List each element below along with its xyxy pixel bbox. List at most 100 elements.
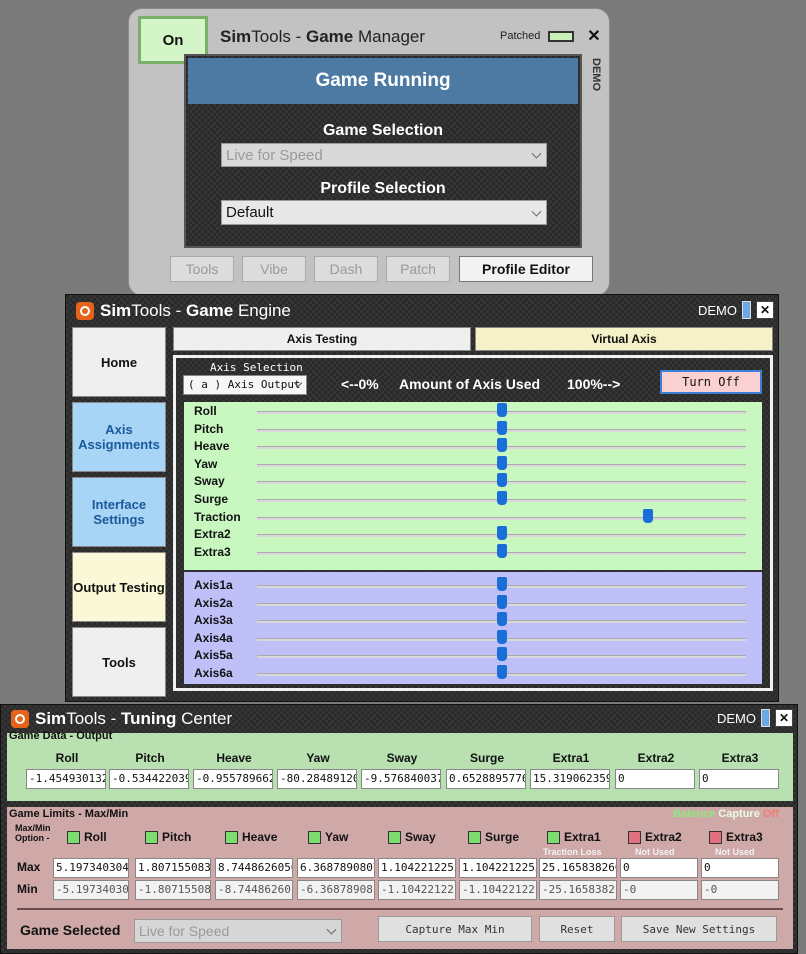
game-selection-dropdown[interactable]: Live for Speed [221, 143, 547, 167]
game-selected-dropdown[interactable]: Live for Speed [134, 919, 342, 943]
axis-slider-thumb[interactable] [496, 403, 507, 417]
option-checkbox[interactable] [225, 831, 238, 844]
axis-slider-row: Traction [194, 508, 760, 526]
axis-label: Axis6a [194, 666, 233, 680]
axis-slider-thumb[interactable] [496, 665, 507, 679]
tab-virtual-axis[interactable]: Virtual Axis [475, 327, 773, 351]
output-column-header: Extra1 [552, 751, 590, 765]
max-value-field[interactable]: 1.1042212255 [459, 858, 537, 878]
axis-slider-thumb[interactable] [496, 491, 507, 505]
profile-editor-button[interactable]: Profile Editor [459, 256, 593, 282]
max-value-field[interactable]: 1.1042212255 [378, 858, 456, 878]
close-icon[interactable]: ✕ [775, 709, 793, 727]
max-value-field[interactable]: 0 [701, 858, 779, 878]
option-checkbox[interactable] [709, 831, 722, 844]
max-value-field[interactable]: 25.165838260 [539, 858, 617, 878]
sidebar-item-output-testing[interactable]: Output Testing [72, 552, 166, 622]
patch-button[interactable]: Patch [386, 256, 450, 282]
axis-selection-dropdown[interactable]: ( a ) Axis Output [183, 375, 307, 395]
bottom-divider [17, 908, 783, 910]
min-value-field[interactable]: -1.10422122 [378, 880, 456, 900]
output-value-field: -0.53442203961 [109, 769, 189, 789]
option-sublabel: Not Used [715, 847, 755, 857]
profile-selection-dropdown[interactable]: Default [221, 200, 547, 225]
max-value-field[interactable]: 5.1973403049 [53, 858, 129, 878]
option-checkbox[interactable] [308, 831, 321, 844]
axis-slider-thumb[interactable] [496, 543, 507, 558]
tab-axis-testing[interactable]: Axis Testing [173, 327, 471, 351]
option-checkbox[interactable] [547, 831, 560, 844]
axis-slider-thumb[interactable] [496, 647, 507, 662]
capture-max-min-button[interactable]: Capture Max Min [378, 916, 532, 942]
axis-slider-thumb[interactable] [496, 473, 507, 488]
axis-slider-thumb[interactable] [496, 455, 507, 470]
min-value-field[interactable]: -25.1658382 [539, 880, 617, 900]
option-checkbox[interactable] [67, 831, 80, 844]
axis-slider-thumb[interactable] [496, 612, 507, 627]
min-value-field[interactable]: -8.74486260 [215, 880, 293, 900]
axis-label: Pitch [194, 421, 224, 436]
max-value-field[interactable]: 8.7448626050 [215, 858, 293, 878]
min-value-field[interactable]: -5.19734030 [53, 880, 129, 900]
tuning-center-logo-icon [11, 710, 29, 728]
patched-indicator [548, 31, 574, 42]
close-icon[interactable]: ✕ [756, 301, 774, 319]
option-checkbox[interactable] [145, 831, 158, 844]
axis-label: Roll [194, 404, 217, 418]
axis-slider-thumb[interactable] [643, 508, 654, 523]
dof-axes-panel: Roll Pitch Heave Yaw Sway Surge Traction Extra2… [184, 402, 762, 570]
axis-slider-thumb[interactable] [496, 438, 507, 453]
output-column-header: Surge [469, 751, 504, 765]
axis-slider-thumb[interactable] [496, 526, 507, 541]
vibe-button[interactable]: Vibe [242, 256, 306, 282]
game-status-banner: Game Running [188, 58, 578, 104]
output-column-header: Yaw [306, 751, 330, 765]
axis-slider-thumb[interactable] [496, 629, 507, 644]
axis-slider-row: Axis3a [194, 612, 760, 629]
max-value-field[interactable]: 0 [620, 858, 698, 878]
game-engine-logo-icon [76, 302, 94, 320]
sidebar-item-tools[interactable]: Tools [72, 627, 166, 697]
min-value-field[interactable]: -6.36878908 [297, 880, 375, 900]
max-row-label: Max [17, 860, 41, 874]
min-value-field[interactable]: -1.10422122 [459, 880, 537, 900]
capture-off-label: Off [762, 808, 779, 820]
sidebar-item-home[interactable]: Home [72, 327, 166, 397]
option-checkbox[interactable] [388, 831, 401, 844]
axis-slider-thumb[interactable] [496, 420, 507, 435]
game-engine-title: SimTools - Game Engine [100, 301, 291, 320]
axis-slider-row: Heave [194, 438, 760, 455]
turn-off-button[interactable]: Turn Off [660, 370, 762, 394]
output-value-field: -1.45493013296 [26, 769, 106, 789]
axis-slider-thumb[interactable] [496, 594, 507, 609]
axis-slider-row: Sway [194, 473, 760, 490]
min-value-field[interactable]: -1.80715508 [135, 880, 211, 900]
option-checkbox[interactable] [628, 831, 641, 844]
dash-button[interactable]: Dash [314, 256, 378, 282]
save-new-settings-button[interactable]: Save New Settings [621, 916, 777, 942]
axis-track [257, 516, 746, 520]
axis-slider-thumb[interactable] [496, 577, 507, 591]
close-icon[interactable]: ✕ [584, 26, 604, 46]
axis-slider-row: Axis2a [194, 594, 760, 612]
max-value-field[interactable]: 6.3687890807 [297, 858, 375, 878]
axis-label: Axis2a [194, 595, 233, 610]
sidebar-item-axis-assignments[interactable]: Axis Assignments [72, 402, 166, 472]
min-value-field[interactable]: -0 [701, 880, 779, 900]
min-value-field[interactable]: -0 [620, 880, 698, 900]
max-value-field[interactable]: 1.8071550839 [135, 858, 211, 878]
chevron-down-icon [531, 148, 542, 159]
balance-capture-status[interactable]: Balance Capture Off [673, 808, 779, 820]
output-value-field: -0.95578966201 [193, 769, 273, 789]
axis-slider-row: Axis6a [194, 665, 760, 682]
option-sublabel: Not Used [635, 847, 675, 857]
axis-slider-row: Extra3 [194, 543, 760, 561]
reset-button[interactable]: Reset [539, 916, 615, 942]
option-label: Heave [242, 830, 278, 844]
tools-button[interactable]: Tools [170, 256, 234, 282]
axis-selection-value: ( a ) Axis Output [188, 378, 301, 391]
axis-slider-row: Roll [194, 403, 760, 420]
option-checkbox[interactable] [468, 831, 481, 844]
sidebar-item-interface-settings[interactable]: Interface Settings [72, 477, 166, 547]
output-value-field: -80.2848912055 [277, 769, 357, 789]
